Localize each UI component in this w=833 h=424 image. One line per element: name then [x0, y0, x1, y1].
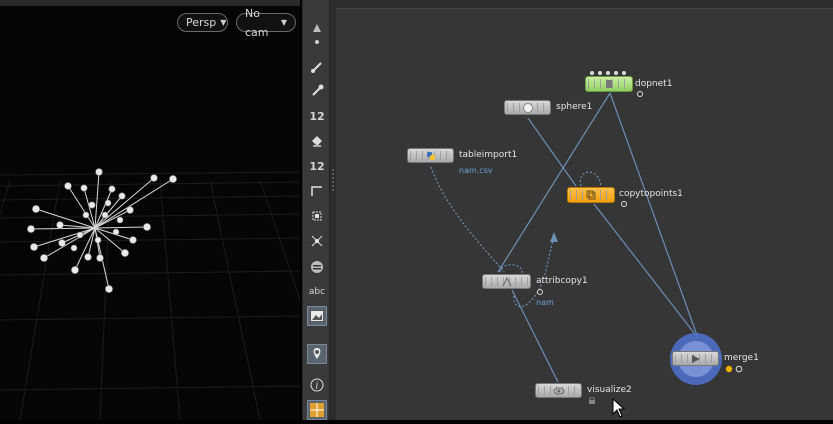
numeric-label-2: 12	[309, 159, 325, 173]
display-flag-icon[interactable]	[620, 200, 628, 208]
grid-icon[interactable]	[307, 400, 327, 420]
viewport-toolbar: 12 12 abc i	[302, 0, 330, 420]
copy-icon	[586, 190, 596, 200]
dop-icon	[606, 80, 612, 88]
display-flag-icon[interactable]	[636, 90, 644, 98]
camera-label: No cam	[245, 6, 269, 39]
chevron-down-icon: ▼	[280, 18, 287, 27]
node-comment: nam.csv	[459, 166, 493, 175]
perspective-label: Persp	[186, 16, 217, 29]
node-label: copytopoints1	[619, 189, 683, 199]
list-icon[interactable]	[307, 257, 327, 277]
brush-icon[interactable]	[307, 57, 327, 77]
paint-bucket-icon[interactable]	[307, 131, 327, 151]
node-label: sphere1	[556, 102, 593, 112]
dot-icon[interactable]	[307, 32, 327, 52]
node-label: merge1	[724, 353, 759, 363]
numeric-label-1: 12	[309, 109, 325, 123]
display-flag-icon[interactable]	[536, 288, 544, 296]
network-editor[interactable]: dopnet1 sphere1 tableimport1 nam.csv cop…	[336, 0, 833, 420]
node-label: attribcopy1	[536, 276, 588, 286]
node-merge[interactable]	[672, 351, 719, 366]
eye-icon	[553, 387, 564, 394]
node-label: visualize2	[587, 385, 632, 395]
node-dopnet[interactable]	[585, 76, 633, 92]
point-cloud-geometry	[27, 168, 177, 293]
mouse-cursor-icon	[612, 398, 626, 418]
axis-icon[interactable]	[307, 231, 327, 251]
text-icon[interactable]: abc	[307, 282, 327, 302]
node-sphere[interactable]	[504, 100, 551, 115]
node-label: tableimport1	[459, 150, 518, 160]
geo-pin-icon[interactable]	[307, 344, 327, 364]
perspective-menu-button[interactable]: Persp ▼	[177, 13, 228, 32]
node-connectors	[590, 71, 626, 75]
number-12-icon[interactable]: 12	[307, 156, 327, 176]
node-label: dopnet1	[635, 79, 673, 89]
text-label: abc	[308, 287, 326, 297]
transform-icon[interactable]	[307, 206, 327, 226]
node-tableimport[interactable]	[407, 148, 454, 163]
node-copytopoints[interactable]	[567, 187, 615, 203]
info-icon[interactable]: i	[307, 375, 327, 395]
node-attribcopy[interactable]	[482, 274, 531, 289]
info-glyph: i	[316, 382, 319, 392]
python-icon	[426, 151, 435, 160]
scene-viewport[interactable]: Persp ▼ No cam ▼	[0, 0, 300, 420]
merge-icon	[691, 354, 700, 363]
curve-icon[interactable]	[307, 181, 327, 201]
image-icon[interactable]	[307, 306, 327, 326]
number-12-icon[interactable]: 12	[307, 106, 327, 126]
sphere-icon	[522, 102, 533, 113]
lock-icon[interactable]	[588, 397, 596, 405]
node-visualize[interactable]	[535, 383, 582, 398]
node-status-icons	[725, 365, 743, 373]
camera-menu-button[interactable]: No cam ▼	[236, 7, 296, 39]
pin-tool-icon[interactable]	[307, 80, 327, 100]
attrib-icon	[502, 276, 511, 286]
chevron-down-icon: ▼	[220, 18, 227, 27]
node-comment: nam	[536, 298, 554, 307]
